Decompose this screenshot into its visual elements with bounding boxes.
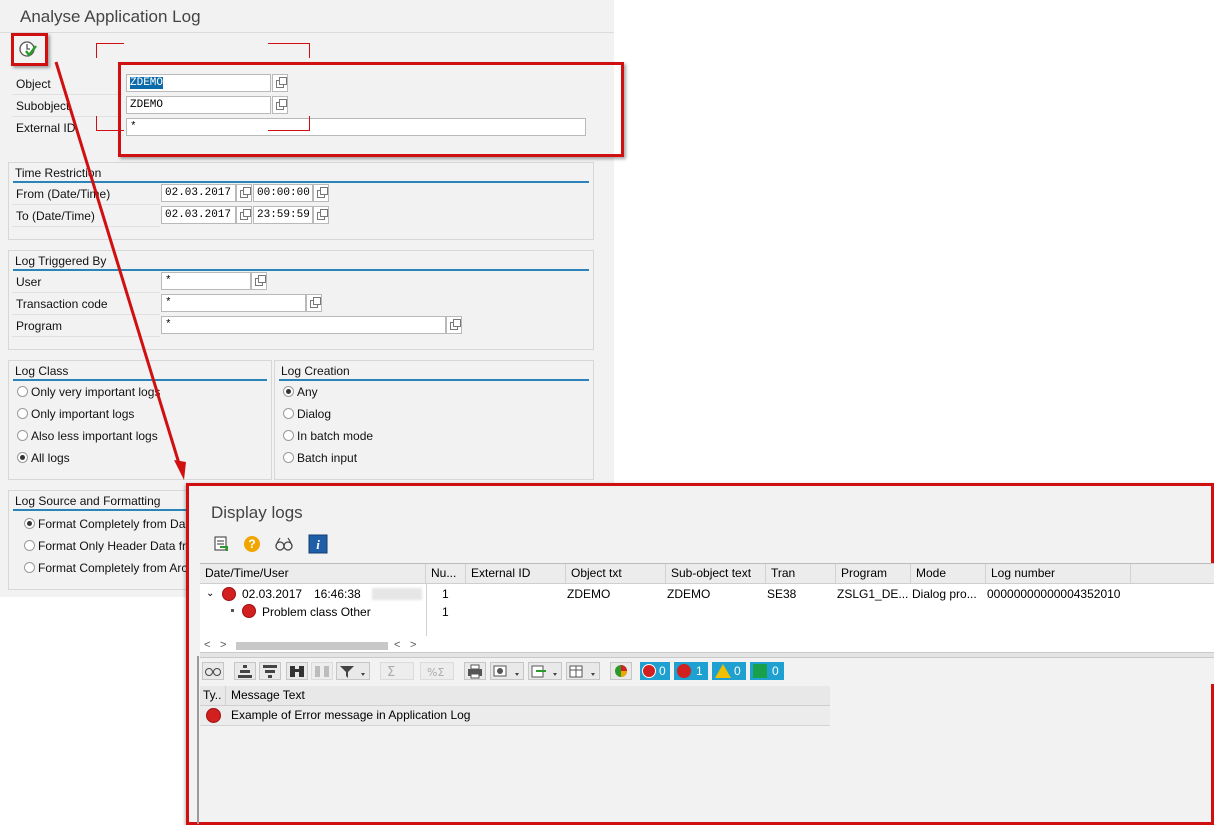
error-type-icon [206,708,221,723]
binoculars-plus-icon [315,666,329,677]
message-row[interactable]: Example of Error message in Application … [200,706,830,726]
layout-button[interactable] [566,662,600,680]
column-header-object[interactable]: Object txt [566,564,666,583]
message-grid: Ty.. Message Text Example of Error messa… [200,686,830,726]
blurred-user [372,588,422,600]
column-header-date[interactable]: Date/Time/User [200,564,426,583]
scroll-right-icon[interactable]: > [220,637,226,653]
log-number-count: 1 [442,587,449,601]
column-header-message-text[interactable]: Message Text [226,686,830,705]
view-icon [493,665,519,677]
column-header-program[interactable]: Program [836,564,911,583]
display-logs-title: Display logs [211,503,303,522]
log-object: ZDEMO [567,587,611,601]
warning-count: 0 [734,664,741,678]
info-icon: i [308,534,328,554]
log-program: ZSLG1_DE... [837,587,909,601]
tree-separator [426,584,427,636]
log-subobject: ZDEMO [667,587,711,601]
stop-count: 0 [659,664,666,678]
info-square-icon [753,664,767,678]
info-button[interactable]: i [308,534,328,554]
svg-text:?: ? [248,537,255,551]
tree-bullet [231,609,234,612]
column-header-mode[interactable]: Mode [911,564,986,583]
warning-message-counter[interactable]: 0 [712,662,746,680]
log-number: 00000000000004352010 [987,587,1121,601]
question-icon: ? [244,536,260,552]
info-message-counter[interactable]: 0 [750,662,784,680]
log-mode: Dialog pro... [912,587,977,601]
log-tran: SE38 [767,587,797,601]
glasses-list-icon [214,536,228,551]
sort-ascending-button[interactable] [234,662,256,680]
subtotal-button[interactable]: %Σ [420,662,454,680]
log-date: 02.03.2017 [242,587,303,601]
column-header-log-number[interactable]: Log number [986,564,1131,583]
stop-message-counter[interactable]: 0 [640,662,670,680]
column-header-tran[interactable]: Tran [766,564,836,583]
svg-text:%Σ: %Σ [427,666,444,679]
log-list-grid: Date/Time/User Nu... External ID Object … [200,563,1214,654]
help-button[interactable]: ? [242,534,262,554]
svg-text:i: i [316,537,320,552]
details-button[interactable] [202,662,224,680]
binoculars-icon [290,666,304,677]
filter-icon [340,666,365,678]
views-button[interactable] [490,662,524,680]
warning-icon [715,664,731,678]
display-logs-window: Display logs ? i Date/Time/User Nu... Ex… [186,483,1214,825]
message-toolbar: Σ %Σ 0 1 0 0 [200,658,1214,684]
sum-icon: Σ [387,665,395,680]
sort-descending-icon [263,665,277,678]
column-header-subobject[interactable]: Sub-object text [666,564,766,583]
error-count: 1 [696,664,703,678]
horizontal-scrollbar[interactable] [236,642,388,650]
subtotal-icon: %Σ [427,666,444,679]
message-grid-header: Ty.. Message Text [200,686,830,706]
problem-class-label: Problem class Other [262,605,371,619]
scroll-right-icon[interactable]: > [410,637,416,653]
column-header-number[interactable]: Nu... [426,564,466,583]
svg-text:Σ: Σ [387,665,395,679]
error-status-icon [222,587,236,601]
export-button[interactable] [528,662,562,680]
glasses-icon [205,668,221,676]
problem-class-count: 1 [442,605,449,619]
log-time: 16:46:38 [314,587,361,601]
error-message-counter[interactable]: 1 [674,662,708,680]
sort-descending-button[interactable] [259,662,281,680]
pie-chart-icon [615,665,627,677]
stop-icon [642,664,656,678]
total-button[interactable]: Σ [380,662,414,680]
glasses-icon [275,537,293,551]
scroll-left-icon[interactable]: < [204,637,210,653]
printer-icon [468,664,482,679]
details-button[interactable] [274,534,294,554]
log-list-header: Date/Time/User Nu... External ID Object … [200,564,1214,584]
message-text: Example of Error message in Application … [231,708,471,722]
column-header-type[interactable]: Ty.. [200,686,226,705]
layout-grid-icon [569,665,595,678]
find-button[interactable] [286,662,308,680]
sort-ascending-icon [238,665,252,678]
scroll-left-icon[interactable]: < [394,637,400,653]
column-header-external-id[interactable]: External ID [466,564,566,583]
graphic-button[interactable] [610,662,632,680]
export-icon [531,665,557,678]
error-status-icon [242,604,256,618]
filter-button[interactable] [336,662,370,680]
print-button[interactable] [464,662,486,680]
frame-edge [197,656,199,824]
error-icon [677,664,691,678]
info-count: 0 [772,664,779,678]
find-next-button[interactable] [311,662,333,680]
display-messages-button[interactable] [211,534,231,554]
expand-chevron-icon[interactable]: ⌄ [206,586,214,602]
